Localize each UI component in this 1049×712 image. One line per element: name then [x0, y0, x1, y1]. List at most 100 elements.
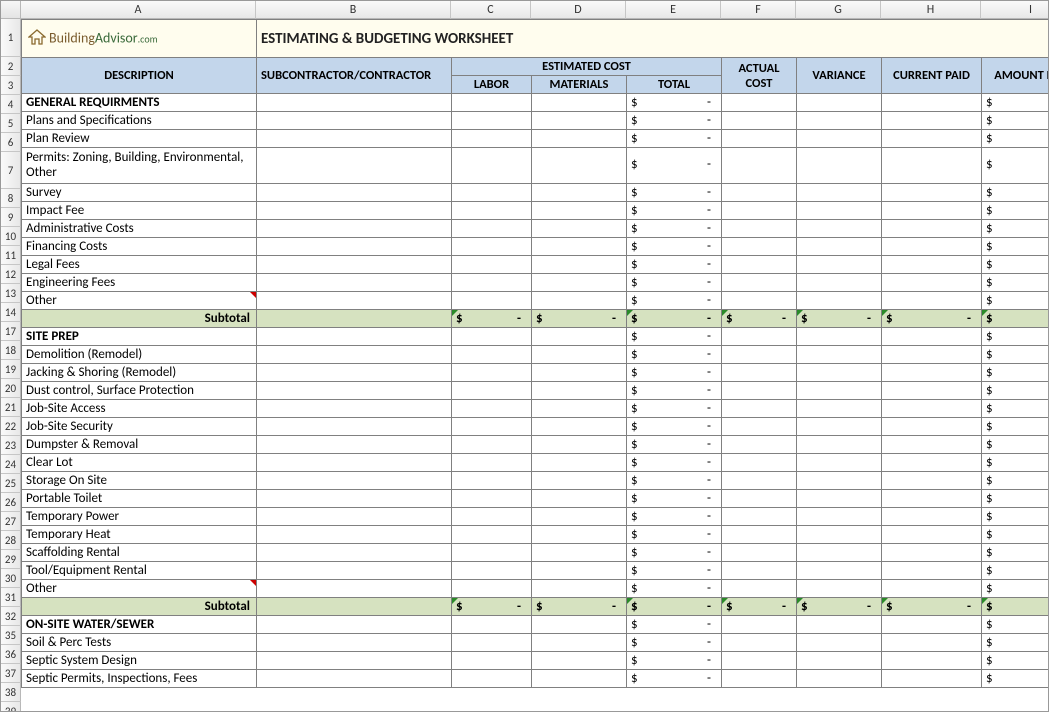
cell[interactable] [532, 400, 627, 418]
cell[interactable] [257, 526, 452, 544]
cell[interactable] [532, 256, 627, 274]
cell[interactable] [882, 634, 982, 652]
item-description[interactable]: Legal Fees [22, 256, 257, 274]
cell[interactable] [452, 634, 532, 652]
cell[interactable] [532, 346, 627, 364]
cell[interactable]: $- [982, 382, 1049, 400]
cell[interactable] [532, 94, 627, 112]
row-header[interactable]: 17 [1, 322, 21, 341]
cell[interactable] [257, 256, 452, 274]
cell[interactable] [257, 346, 452, 364]
cell[interactable]: $- [627, 382, 722, 400]
cell[interactable] [532, 526, 627, 544]
cell[interactable]: $- [627, 184, 722, 202]
cell[interactable] [882, 616, 982, 634]
cell[interactable] [532, 184, 627, 202]
cell[interactable] [532, 328, 627, 346]
cell[interactable] [257, 112, 452, 130]
col-header-g[interactable]: G [796, 1, 881, 19]
cell[interactable]: $- [627, 256, 722, 274]
cell[interactable]: $- [982, 580, 1049, 598]
cell[interactable] [797, 328, 882, 346]
cell[interactable] [722, 616, 797, 634]
cell[interactable] [882, 670, 982, 688]
cell[interactable] [797, 472, 882, 490]
cell[interactable]: $- [982, 202, 1049, 220]
cell[interactable] [452, 382, 532, 400]
row-header[interactable]: 20 [1, 379, 21, 398]
cell[interactable] [797, 670, 882, 688]
cell[interactable] [452, 670, 532, 688]
item-description[interactable]: Survey [22, 184, 257, 202]
cell[interactable] [797, 562, 882, 580]
row-header[interactable]: 31 [1, 588, 21, 607]
item-description[interactable]: Demolition (Remodel) [22, 346, 257, 364]
cell[interactable] [722, 634, 797, 652]
cell[interactable] [257, 562, 452, 580]
cell[interactable] [452, 256, 532, 274]
row-header[interactable]: 11 [1, 246, 21, 265]
cell[interactable]: $- [982, 364, 1049, 382]
section-heading[interactable]: SITE PREP [22, 328, 257, 346]
cell[interactable] [797, 364, 882, 382]
cell[interactable] [797, 490, 882, 508]
cell[interactable] [532, 202, 627, 220]
cell[interactable] [452, 544, 532, 562]
cell[interactable]: $- [882, 310, 982, 328]
cell[interactable] [257, 382, 452, 400]
cell[interactable] [797, 634, 882, 652]
item-description[interactable]: Portable Toilet [22, 490, 257, 508]
cell[interactable] [722, 130, 797, 148]
cell[interactable] [882, 652, 982, 670]
cell[interactable] [452, 364, 532, 382]
cell[interactable] [722, 184, 797, 202]
cell[interactable] [257, 400, 452, 418]
cell[interactable] [452, 220, 532, 238]
cell[interactable]: $- [627, 670, 722, 688]
cell[interactable] [257, 508, 452, 526]
cell[interactable]: $- [627, 616, 722, 634]
cell[interactable]: $- [982, 148, 1049, 184]
cell[interactable] [882, 256, 982, 274]
row-header[interactable]: 28 [1, 531, 21, 550]
row-header[interactable]: 27 [1, 512, 21, 531]
cell[interactable]: $- [627, 292, 722, 310]
cell[interactable] [532, 562, 627, 580]
cell[interactable]: $- [982, 454, 1049, 472]
cell[interactable]: $- [982, 130, 1049, 148]
cell[interactable] [797, 418, 882, 436]
cell[interactable] [532, 130, 627, 148]
cell[interactable] [257, 544, 452, 562]
row-header[interactable]: 39 [1, 702, 21, 712]
cell[interactable] [532, 616, 627, 634]
cell[interactable]: $- [722, 598, 797, 616]
cell[interactable] [257, 652, 452, 670]
cell[interactable] [722, 364, 797, 382]
cell[interactable] [452, 562, 532, 580]
cell[interactable] [797, 184, 882, 202]
cell[interactable]: $- [627, 220, 722, 238]
cell[interactable] [452, 238, 532, 256]
cell[interactable]: $- [982, 184, 1049, 202]
cell[interactable]: $- [982, 328, 1049, 346]
item-description[interactable]: Dumpster & Removal [22, 436, 257, 454]
row-header[interactable]: 10 [1, 227, 21, 246]
row-header[interactable]: 30 [1, 569, 21, 588]
cell[interactable] [532, 580, 627, 598]
cell[interactable] [532, 274, 627, 292]
cell[interactable] [257, 238, 452, 256]
cell[interactable]: $- [982, 436, 1049, 454]
cell[interactable] [532, 418, 627, 436]
cell[interactable] [257, 436, 452, 454]
cell[interactable] [257, 490, 452, 508]
cell[interactable]: $- [797, 598, 882, 616]
cell[interactable]: $- [627, 94, 722, 112]
cell[interactable] [797, 148, 882, 184]
col-header-c[interactable]: C [451, 1, 531, 19]
cell[interactable] [882, 112, 982, 130]
row-header[interactable]: 24 [1, 455, 21, 474]
cell[interactable] [882, 382, 982, 400]
item-description[interactable]: Engineering Fees [22, 274, 257, 292]
row-header[interactable]: 13 [1, 284, 21, 303]
cell[interactable] [882, 562, 982, 580]
